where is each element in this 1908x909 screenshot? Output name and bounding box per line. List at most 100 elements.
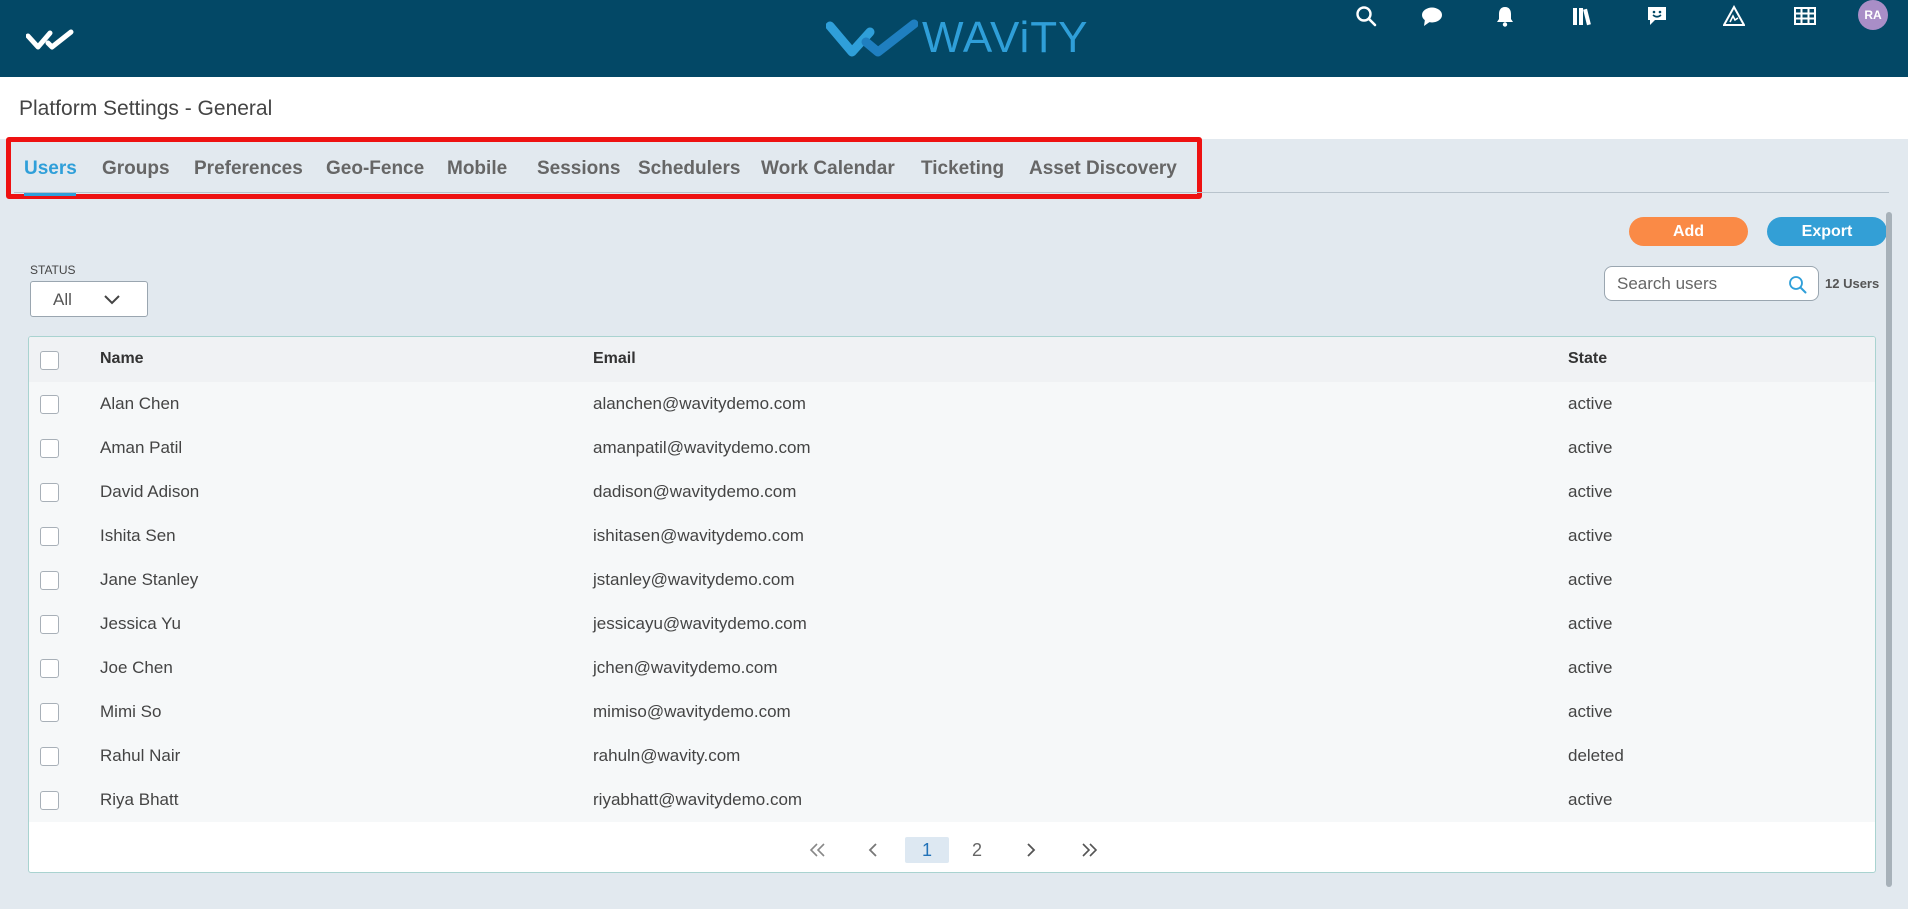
first-page-icon[interactable] xyxy=(804,837,832,863)
tab-mobile[interactable]: Mobile xyxy=(447,158,507,180)
page-scrollbar[interactable] xyxy=(1886,212,1892,887)
top-bar: WAViTY RA xyxy=(0,0,1908,77)
last-page-icon[interactable] xyxy=(1075,837,1103,863)
column-header-name[interactable]: Name xyxy=(100,350,144,368)
grid-icon[interactable] xyxy=(1789,0,1821,32)
export-button[interactable]: Export xyxy=(1767,217,1887,246)
status-filter-value: All xyxy=(53,290,72,309)
double-check-icon[interactable] xyxy=(26,28,76,50)
table-row[interactable]: Joe Chen jchen@wavitydemo.com active xyxy=(29,646,1875,690)
status-filter-label: STATUS xyxy=(30,263,76,277)
search-icon[interactable] xyxy=(1788,275,1807,294)
user-name: David Adison xyxy=(100,482,200,501)
user-name: Mimi So xyxy=(100,702,162,721)
chevron-down-icon xyxy=(104,295,120,305)
row-checkbox[interactable] xyxy=(40,791,59,810)
user-state: active xyxy=(1568,394,1613,413)
avatar[interactable]: RA xyxy=(1858,0,1888,30)
brand-name: WAViTY xyxy=(922,13,1089,62)
row-checkbox[interactable] xyxy=(40,395,59,414)
search-input[interactable] xyxy=(1617,273,1787,295)
tab-sessions[interactable]: Sessions xyxy=(537,158,620,180)
next-page-icon[interactable] xyxy=(1018,837,1044,863)
user-email: alanchen@wavitydemo.com xyxy=(593,394,806,413)
user-name: Jane Stanley xyxy=(100,570,199,589)
tab-bar: Users Groups Preferences Geo-Fence Mobil… xyxy=(6,137,1202,199)
alert-triangle-icon[interactable] xyxy=(1718,0,1750,32)
title-strip: Platform Settings - General xyxy=(0,77,1908,139)
page-title: Platform Settings - General xyxy=(19,97,273,120)
row-checkbox[interactable] xyxy=(40,571,59,590)
table-row[interactable]: Ishita Sen ishitasen@wavitydemo.com acti… xyxy=(29,514,1875,558)
search-box xyxy=(1604,266,1819,301)
user-name: Rahul Nair xyxy=(100,746,181,765)
table-row[interactable]: Rahul Nair rahuln@wavity.com deleted xyxy=(29,734,1875,778)
chat-icon[interactable] xyxy=(1416,0,1448,32)
user-state: active xyxy=(1568,614,1613,633)
tab-users[interactable]: Users xyxy=(24,158,77,180)
row-checkbox[interactable] xyxy=(40,747,59,766)
user-email: mimiso@wavitydemo.com xyxy=(593,702,791,721)
select-all-checkbox[interactable] xyxy=(40,351,59,370)
tab-preferences[interactable]: Preferences xyxy=(194,158,303,180)
table-row[interactable]: Jane Stanley jstanley@wavitydemo.com act… xyxy=(29,558,1875,602)
user-state: active xyxy=(1568,658,1613,677)
user-name: Ishita Sen xyxy=(100,526,176,545)
user-email: riyabhatt@wavitydemo.com xyxy=(593,790,803,809)
user-state: active xyxy=(1568,482,1613,501)
wavity-logo-icon xyxy=(826,19,918,57)
user-name: Aman Patil xyxy=(100,438,183,457)
bell-icon[interactable] xyxy=(1489,0,1521,32)
page-number-current[interactable]: 1 xyxy=(905,837,949,863)
user-email: dadison@wavitydemo.com xyxy=(593,482,797,501)
table-row[interactable]: Mimi So mimiso@wavitydemo.com active xyxy=(29,690,1875,734)
column-header-state[interactable]: State xyxy=(1568,350,1607,368)
user-state: active xyxy=(1568,790,1613,809)
library-icon[interactable] xyxy=(1567,0,1599,32)
table-row[interactable]: Alan Chen alanchen@wavitydemo.com active xyxy=(29,382,1875,426)
tab-schedulers[interactable]: Schedulers xyxy=(638,158,740,180)
user-state: deleted xyxy=(1568,746,1624,765)
row-checkbox[interactable] xyxy=(40,615,59,634)
brand-logo[interactable]: WAViTY xyxy=(826,16,1089,60)
tab-groups[interactable]: Groups xyxy=(102,158,170,180)
feedback-icon[interactable] xyxy=(1641,0,1673,32)
tab-asset-discovery[interactable]: Asset Discovery xyxy=(1029,158,1177,180)
user-email: amanpatil@wavitydemo.com xyxy=(593,438,811,457)
page-number[interactable]: 2 xyxy=(964,837,990,863)
tab-work-calendar[interactable]: Work Calendar xyxy=(761,158,895,180)
user-email: ishitasen@wavitydemo.com xyxy=(593,526,804,545)
prev-page-icon[interactable] xyxy=(860,837,886,863)
user-name: Riya Bhatt xyxy=(100,790,179,809)
search-icon[interactable] xyxy=(1350,0,1382,32)
user-state: active xyxy=(1568,526,1613,545)
add-user-button[interactable]: Add xyxy=(1629,217,1748,246)
user-name: Jessica Yu xyxy=(100,614,181,633)
user-email: jessicayu@wavitydemo.com xyxy=(593,614,807,633)
column-header-email[interactable]: Email xyxy=(593,350,636,368)
user-state: active xyxy=(1568,702,1613,721)
active-tab-indicator xyxy=(24,193,76,196)
row-checkbox[interactable] xyxy=(40,527,59,546)
user-state: active xyxy=(1568,570,1613,589)
table-row[interactable]: Jessica Yu jessicayu@wavitydemo.com acti… xyxy=(29,602,1875,646)
tab-ticketing[interactable]: Ticketing xyxy=(921,158,1004,180)
row-checkbox[interactable] xyxy=(40,659,59,678)
row-checkbox[interactable] xyxy=(40,483,59,502)
status-filter-select[interactable]: All xyxy=(30,281,148,317)
users-table: Name Email State Alan Chen alanchen@wavi… xyxy=(28,336,1876,873)
table-row[interactable]: Aman Patil amanpatil@wavitydemo.com acti… xyxy=(29,426,1875,470)
user-name: Joe Chen xyxy=(100,658,173,677)
row-checkbox[interactable] xyxy=(40,703,59,722)
tabs-divider xyxy=(14,192,1889,193)
table-row[interactable]: Riya Bhatt riyabhatt@wavitydemo.com acti… xyxy=(29,778,1875,822)
user-name: Alan Chen xyxy=(100,394,180,413)
user-email: rahuln@wavity.com xyxy=(593,746,741,765)
user-email: jstanley@wavitydemo.com xyxy=(593,570,795,589)
table-row[interactable]: David Adison dadison@wavitydemo.com acti… xyxy=(29,470,1875,514)
user-email: jchen@wavitydemo.com xyxy=(593,658,778,677)
table-header: Name Email State xyxy=(29,337,1875,382)
pagination: 1 2 xyxy=(29,827,1875,871)
tab-geo-fence[interactable]: Geo-Fence xyxy=(326,158,424,180)
row-checkbox[interactable] xyxy=(40,439,59,458)
